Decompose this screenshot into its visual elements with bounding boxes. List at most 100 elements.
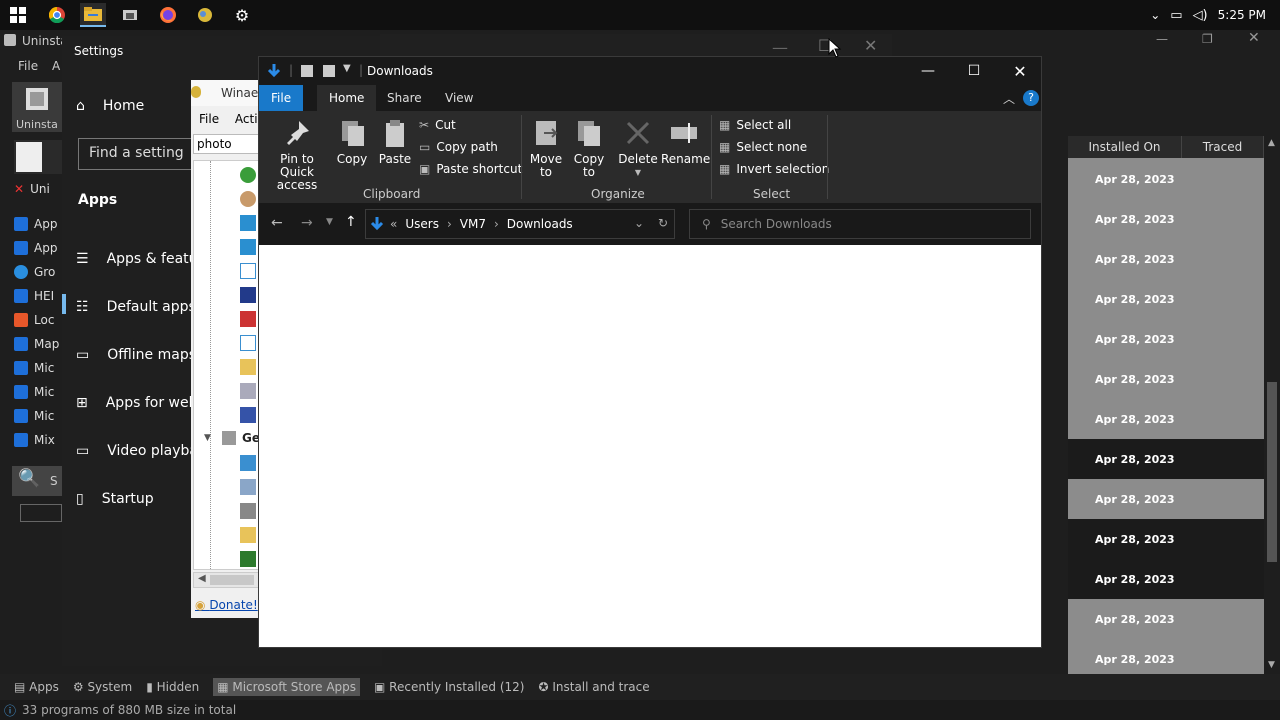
file-explorer-icon[interactable] <box>80 3 106 27</box>
settings-item-video-playback[interactable]: ▭ Video playba <box>76 439 198 463</box>
close-icon[interactable]: ✕ <box>864 36 877 55</box>
collapse-ribbon-icon[interactable]: ︿ <box>1003 90 1015 107</box>
tab-install-and-trace[interactable]: ✪ Install and trace <box>538 680 649 694</box>
donate-link[interactable]: ◉ Donate! <box>195 598 258 612</box>
settings-item-startup[interactable]: ▯ Startup <box>76 487 154 511</box>
copy-to-button[interactable]: Copy to <box>569 117 609 179</box>
left-item-mix[interactable]: Mix <box>14 429 62 451</box>
firefox-icon[interactable] <box>155 3 181 27</box>
file-list-area[interactable] <box>259 245 1041 647</box>
settings-gear-icon[interactable]: ⚙ <box>229 3 255 27</box>
refresh-icon[interactable]: ↻ <box>658 216 668 230</box>
breadcrumb-downloads[interactable]: Downloads <box>507 217 573 231</box>
minimize-button[interactable]: — <box>905 57 951 85</box>
close-icon[interactable]: ✕ <box>1248 30 1260 46</box>
chevron-down-icon[interactable]: ⌄ <box>634 216 644 230</box>
rename-button[interactable]: Rename <box>661 117 710 166</box>
paste-shortcut-button[interactable]: ▣ Paste shortcut <box>419 159 522 179</box>
copy-button[interactable]: Copy <box>333 117 371 166</box>
search-box[interactable] <box>20 504 62 522</box>
chevron-up-icon[interactable]: ⌄ <box>1150 8 1160 22</box>
column-traced[interactable]: Traced <box>1182 136 1264 158</box>
table-row[interactable]: Apr 28, 2023 <box>1068 319 1264 359</box>
scroll-down-icon[interactable]: ▼ <box>1268 660 1275 670</box>
settings-item-default-apps[interactable]: ☷ Default apps <box>76 295 196 319</box>
column-installed-on[interactable]: Installed On <box>1068 136 1182 158</box>
collapse-icon[interactable]: ▼ <box>204 433 211 443</box>
app-icon-2[interactable] <box>192 3 218 27</box>
left-item-app1[interactable]: App <box>14 213 62 235</box>
network-icon[interactable]: ▭ <box>1170 8 1182 23</box>
table-row[interactable]: Apr 28, 2023 <box>1068 639 1264 679</box>
settings-item-offline-maps[interactable]: ▭ Offline maps <box>76 343 196 367</box>
table-row[interactable]: Apr 28, 2023 <box>1068 359 1264 399</box>
tab-recently-installed[interactable]: ▣ Recently Installed (12) <box>374 680 524 694</box>
menu-file[interactable]: File <box>18 59 38 73</box>
uninstall-button[interactable]: Uninsta <box>12 82 62 132</box>
tab-file[interactable]: File <box>259 85 304 111</box>
table-row[interactable]: Apr 28, 2023 <box>1068 279 1264 319</box>
properties-icon[interactable] <box>301 65 313 77</box>
delete-button[interactable]: Delete ▼ <box>617 117 659 179</box>
tree-view[interactable]: ▼ Ge <box>193 160 259 570</box>
scroll-left-icon[interactable]: ◀ <box>198 573 206 584</box>
tab-view[interactable]: View <box>433 85 485 111</box>
left-item-hei[interactable]: HEI <box>14 285 62 307</box>
cut-button[interactable]: ✂ Cut <box>419 115 456 135</box>
tab-microsoft-store-apps[interactable]: ▦ Microsoft Store Apps <box>213 678 361 696</box>
tab-hidden[interactable]: ▮ Hidden <box>146 680 199 694</box>
clock[interactable]: 5:25 PM <box>1218 8 1266 22</box>
menu-file[interactable]: File <box>199 112 219 126</box>
tab-home[interactable]: Home <box>317 85 377 111</box>
app-icon[interactable] <box>117 3 143 27</box>
new-folder-icon[interactable] <box>323 65 335 77</box>
help-icon[interactable]: ? <box>1023 90 1039 106</box>
minimize-icon[interactable]: — <box>1156 32 1168 46</box>
table-row[interactable]: Apr 28, 2023 <box>1068 599 1264 639</box>
tab-share[interactable]: Share <box>375 85 434 111</box>
chrome-icon[interactable] <box>44 3 70 27</box>
breadcrumb-users[interactable]: Users <box>405 217 439 231</box>
copy-path-button[interactable]: ▭ Copy path <box>419 137 498 157</box>
left-item-gro[interactable]: Gro <box>14 261 62 283</box>
volume-icon[interactable]: ◁) <box>1193 8 1208 23</box>
table-row[interactable]: Apr 28, 2023 <box>1068 399 1264 439</box>
forward-icon[interactable]: → <box>301 215 313 231</box>
table-row[interactable]: Apr 28, 2023 <box>1068 239 1264 279</box>
close-button[interactable]: ✕ <box>997 57 1043 85</box>
table-row[interactable]: Apr 28, 2023 <box>1068 519 1264 559</box>
left-item-mic2[interactable]: Mic <box>14 381 62 403</box>
restore-icon[interactable]: ❐ <box>1202 32 1213 46</box>
quick-access-dropdown-icon[interactable]: ▼ <box>343 63 351 74</box>
search-downloads-input[interactable]: ⚲ Search Downloads <box>689 209 1031 239</box>
select-none-button[interactable]: ▦ Select none <box>719 137 807 157</box>
settings-item-apps-features[interactable]: ☰ Apps & featu <box>76 247 198 271</box>
left-item-app2[interactable]: App <box>14 237 62 259</box>
tab-system[interactable]: ⚙ System <box>73 680 132 694</box>
select-all-button[interactable]: ▦ Select all <box>719 115 791 135</box>
left-item-map[interactable]: Map <box>14 333 62 355</box>
settings-item-apps-for-websites[interactable]: ⊞ Apps for web <box>76 391 197 415</box>
move-to-button[interactable]: Move to <box>527 117 565 179</box>
left-item-loc[interactable]: Loc <box>14 309 62 331</box>
tab-apps[interactable]: ▤ Apps <box>14 680 59 694</box>
address-bar[interactable]: « Users › VM7 › Downloads ⌄ ↻ <box>365 209 675 239</box>
pin-to-quick-access-button[interactable]: Pin to Quick access <box>265 117 329 192</box>
minimize-icon[interactable]: — <box>772 38 788 57</box>
left-item-mic1[interactable]: Mic <box>14 357 62 379</box>
settings-home[interactable]: ⌂ Home <box>76 94 144 118</box>
table-row[interactable]: Apr 28, 2023 <box>1068 159 1264 199</box>
find-setting-input[interactable]: Find a setting <box>78 138 196 170</box>
table-row[interactable]: Apr 28, 2023 <box>1068 559 1264 599</box>
menu-a[interactable]: A <box>52 59 60 73</box>
paste-button[interactable]: Paste <box>375 117 415 166</box>
left-item-mic3[interactable]: Mic <box>14 405 62 427</box>
table-row[interactable]: Apr 28, 2023 <box>1068 479 1264 519</box>
vertical-scrollbar[interactable]: ▲ ▼ <box>1264 136 1280 674</box>
scroll-thumb[interactable] <box>1267 382 1277 562</box>
table-row[interactable]: Apr 28, 2023 <box>1068 439 1264 479</box>
table-row[interactable]: Apr 28, 2023 <box>1068 199 1264 239</box>
windows-start-icon[interactable] <box>5 3 31 27</box>
maximize-button[interactable]: ☐ <box>951 57 997 85</box>
breadcrumb-vm7[interactable]: VM7 <box>460 217 486 231</box>
